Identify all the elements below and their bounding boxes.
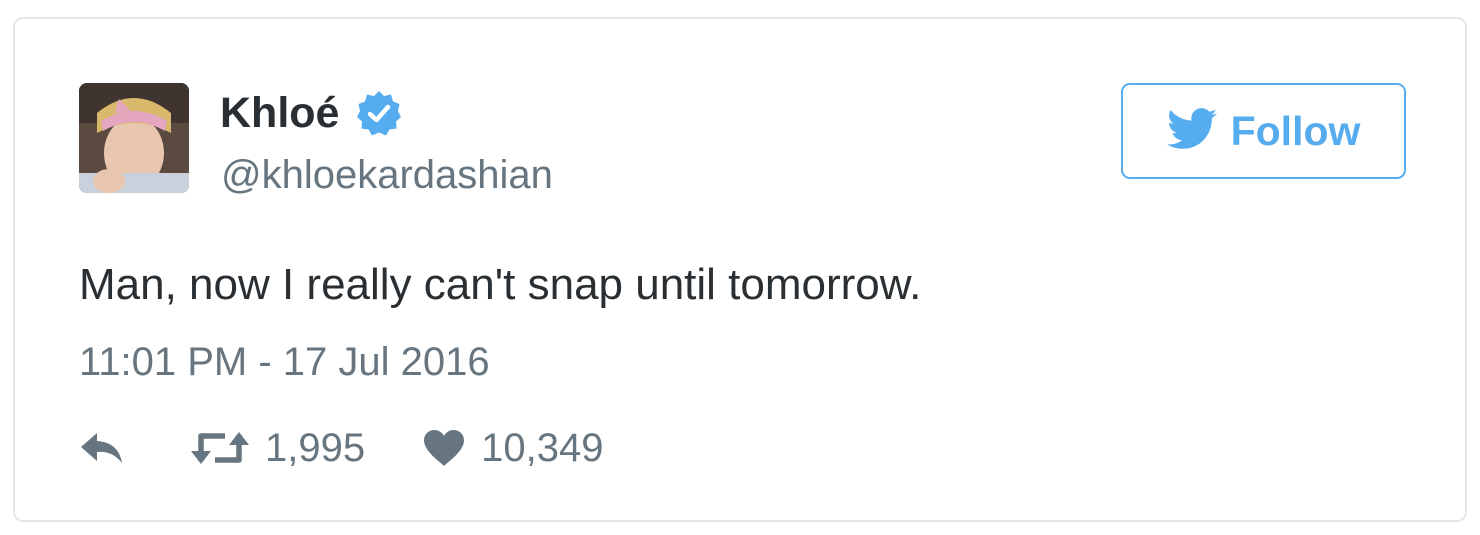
avatar-image bbox=[79, 83, 189, 193]
follow-button[interactable]: Follow bbox=[1121, 83, 1406, 179]
retweet-icon bbox=[191, 428, 249, 468]
reply-icon bbox=[79, 431, 127, 465]
reply-button[interactable] bbox=[79, 431, 127, 465]
tweet-card: Khloé @khloekardashian Follow Man, now I… bbox=[13, 17, 1467, 522]
like-button[interactable]: 10,349 bbox=[423, 428, 603, 468]
avatar[interactable] bbox=[79, 83, 189, 193]
user-handle[interactable]: @khloekardashian bbox=[221, 155, 553, 195]
twitter-bird-icon bbox=[1166, 107, 1231, 155]
heart-icon bbox=[423, 429, 465, 467]
retweet-button[interactable]: 1,995 bbox=[191, 428, 365, 468]
follow-label: Follow bbox=[1230, 107, 1361, 154]
name-row: Khloé bbox=[220, 87, 403, 139]
verified-badge-icon bbox=[355, 89, 403, 137]
tweet-timestamp[interactable]: 11:01 PM - 17 Jul 2016 bbox=[79, 342, 490, 382]
like-count: 10,349 bbox=[481, 426, 604, 470]
retweet-count: 1,995 bbox=[265, 426, 366, 470]
tweet-actions: 1,995 10,349 bbox=[79, 423, 603, 473]
display-name[interactable]: Khloé bbox=[220, 91, 339, 135]
tweet-text: Man, now I really can't snap until tomor… bbox=[79, 260, 922, 309]
